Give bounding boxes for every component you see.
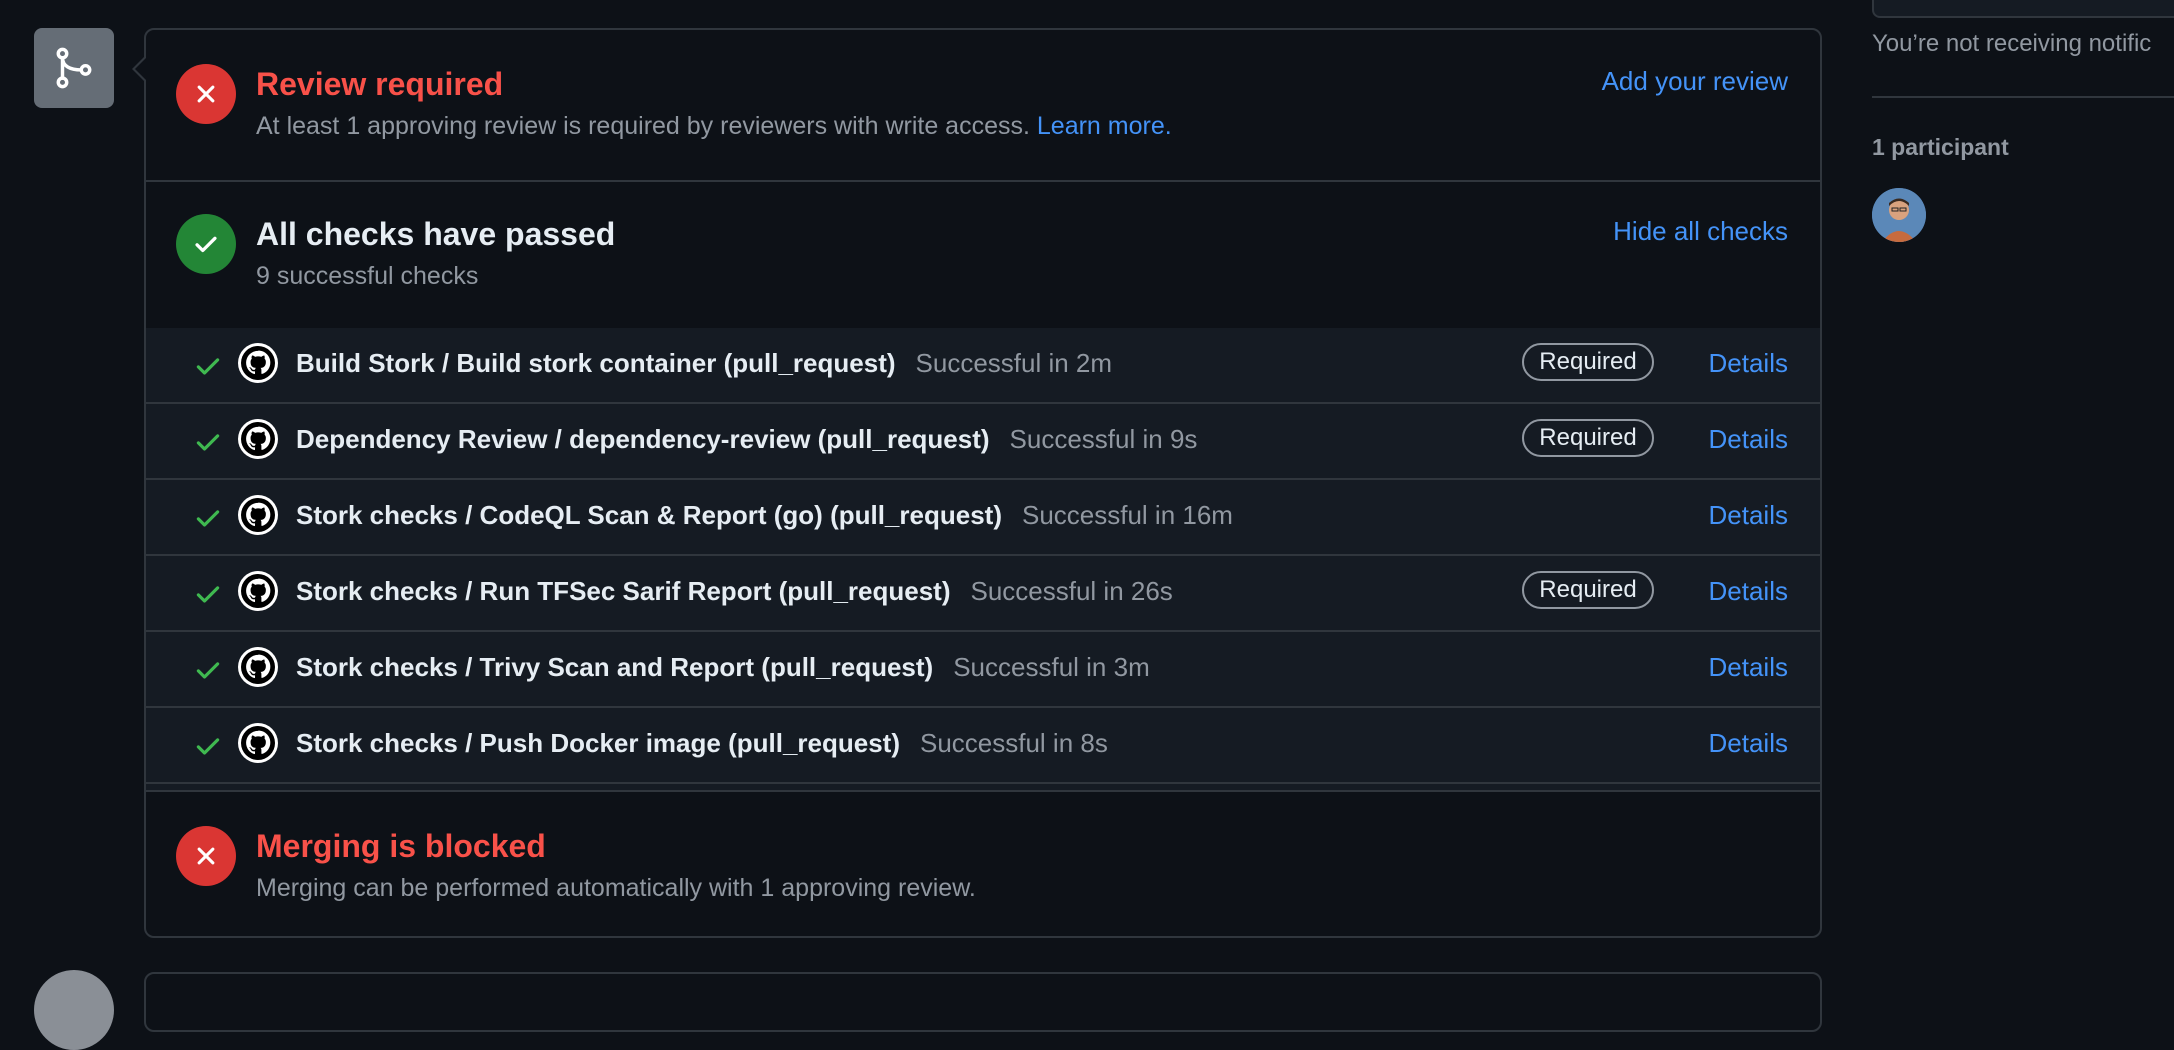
check-icon: [196, 662, 220, 679]
required-badge: Required: [1522, 571, 1654, 609]
check-row: Stork checks / Run TFSec Sarif Report (p…: [146, 556, 1820, 632]
git-merge-icon: [34, 28, 114, 108]
checks-summary-section: All checks have passed 9 successful chec…: [146, 180, 1820, 330]
check-duration: Successful in 9s: [1009, 424, 1198, 454]
check-name: Stork checks / CodeQL Scan & Report (go)…: [296, 500, 1233, 531]
merging-blocked-title: Merging is blocked: [256, 828, 546, 864]
review-required-section: Review required At least 1 approving rev…: [146, 30, 1820, 182]
check-title: Stork checks / Push Docker image (pull_r…: [296, 728, 900, 758]
participant-avatar[interactable]: [1872, 188, 1926, 242]
comment-author-avatar[interactable]: [34, 970, 114, 1050]
sidebar-divider: [1872, 96, 2174, 98]
github-icon: [238, 343, 278, 383]
check-title: Stork checks / Trivy Scan and Report (pu…: [296, 652, 934, 682]
check-row: Stork checks / CodeQL Scan & Report (go)…: [146, 480, 1820, 556]
x-icon: [176, 64, 236, 124]
checks-summary-subtitle: 9 successful checks: [256, 262, 479, 290]
participants-label: 1 participant: [1872, 134, 2009, 160]
details-link[interactable]: Details: [1709, 348, 1788, 379]
add-your-review-link[interactable]: Add your review: [1602, 66, 1788, 97]
details-link[interactable]: Details: [1709, 728, 1788, 759]
check-row: Stork checks / Push Docker image (pull_r…: [146, 708, 1820, 784]
check-icon: [196, 586, 220, 603]
github-icon: [238, 495, 278, 535]
merging-blocked-section: Merging is blocked Merging can be perfor…: [146, 790, 1820, 940]
check-icon: [196, 738, 220, 755]
check-name: Build Stork / Build stork container (pul…: [296, 348, 1112, 379]
merge-status-box: Review required At least 1 approving rev…: [132, 28, 1822, 940]
hide-all-checks-link[interactable]: Hide all checks: [1613, 216, 1788, 247]
github-icon: [238, 419, 278, 459]
required-badge: Required: [1522, 343, 1654, 381]
check-icon: [196, 434, 220, 451]
merging-blocked-description: Merging can be performed automatically w…: [256, 874, 976, 902]
github-icon: [238, 723, 278, 763]
check-row: Dependency Review / dependency-review (p…: [146, 404, 1820, 480]
check-row: Build Stork / Build stork container (pul…: [146, 328, 1820, 404]
review-required-title: Review required: [256, 66, 504, 102]
check-duration: Successful in 2m: [915, 348, 1113, 378]
details-link[interactable]: Details: [1709, 652, 1788, 683]
x-icon: [176, 826, 236, 886]
check-duration: Successful in 8s: [919, 728, 1108, 758]
checks-list: Build Stork / Build stork container (pul…: [146, 328, 1820, 790]
review-description-text: At least 1 approving review is required …: [256, 112, 1030, 140]
notifications-button[interactable]: [1872, 0, 2174, 18]
check-title: Dependency Review / dependency-review (p…: [296, 424, 990, 454]
review-required-description: At least 1 approving review is required …: [256, 112, 1172, 141]
check-circle-icon: [176, 214, 236, 274]
check-title: Build Stork / Build stork container (pul…: [296, 348, 896, 378]
check-duration: Successful in 16m: [1021, 500, 1233, 530]
check-duration: Successful in 26s: [970, 576, 1173, 606]
github-icon: [238, 647, 278, 687]
check-title: Stork checks / Run TFSec Sarif Report (p…: [296, 576, 951, 606]
details-link[interactable]: Details: [1709, 500, 1788, 531]
details-link[interactable]: Details: [1709, 576, 1788, 607]
check-duration: Successful in 3m: [953, 652, 1150, 682]
check-icon: [196, 358, 220, 375]
check-name: Dependency Review / dependency-review (p…: [296, 424, 1197, 455]
github-icon: [238, 571, 278, 611]
required-badge: Required: [1522, 419, 1654, 457]
check-name: Stork checks / Run TFSec Sarif Report (p…: [296, 576, 1173, 607]
details-link[interactable]: Details: [1709, 424, 1788, 455]
check-name: Stork checks / Trivy Scan and Report (pu…: [296, 652, 1150, 683]
learn-more-link[interactable]: Learn more.: [1037, 112, 1172, 140]
check-row: Stork checks / Trivy Scan and Report (pu…: [146, 632, 1820, 708]
check-title: Stork checks / CodeQL Scan & Report (go)…: [296, 500, 1002, 530]
notification-status-text: You’re not receiving notific: [1872, 30, 2152, 57]
check-name: Stork checks / Push Docker image (pull_r…: [296, 728, 1108, 759]
checks-summary-title: All checks have passed: [256, 216, 616, 252]
check-icon: [196, 510, 220, 527]
comment-box: [144, 972, 1822, 1032]
